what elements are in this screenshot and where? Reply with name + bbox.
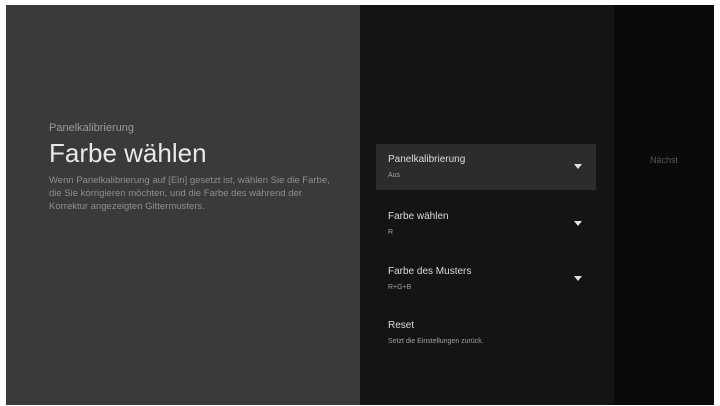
menu-item-farbe-des-musters[interactable]: Farbe des Musters R+G+B (376, 256, 596, 302)
menu-item-label: Reset (388, 320, 415, 331)
tv-settings-screen: Panelkalibrierung Farbe wählen Wenn Pane… (6, 5, 714, 405)
menu-item-value: Setzt die Einstellungen zurück. (388, 338, 484, 345)
next-button[interactable]: Nächst (614, 155, 714, 165)
menu-item-value: R+G+B (388, 284, 412, 291)
dropdown-caret-icon (574, 164, 582, 169)
menu-item-reset[interactable]: Reset Setzt die Einstellungen zurück. (376, 310, 596, 356)
menu-item-farbe-waehlen[interactable]: Farbe wählen R (376, 201, 596, 247)
page-title: Farbe wählen (49, 138, 207, 168)
settings-menu: Panelkalibrierung Aus Farbe wählen R Far… (360, 5, 614, 405)
menu-item-label: Farbe des Musters (388, 266, 472, 277)
menu-item-panelkalibrierung[interactable]: Panelkalibrierung Aus (376, 144, 596, 190)
menu-item-label: Farbe wählen (388, 211, 449, 222)
info-content: Panelkalibrierung Farbe wählen Wenn Pane… (49, 122, 339, 213)
info-panel: Panelkalibrierung Farbe wählen Wenn Pane… (6, 5, 360, 405)
dropdown-caret-icon (574, 276, 582, 281)
dropdown-caret-icon (574, 221, 582, 226)
menu-item-value: Aus (388, 172, 401, 179)
next-panel: Nächst (614, 5, 714, 405)
section-label: Panelkalibrierung (49, 122, 134, 134)
menu-item-value: R (388, 229, 394, 236)
menu-item-label: Panelkalibrierung (388, 154, 466, 165)
page-description: Wenn Panelkalibrierung auf [Ein] gesetzt… (49, 175, 330, 212)
